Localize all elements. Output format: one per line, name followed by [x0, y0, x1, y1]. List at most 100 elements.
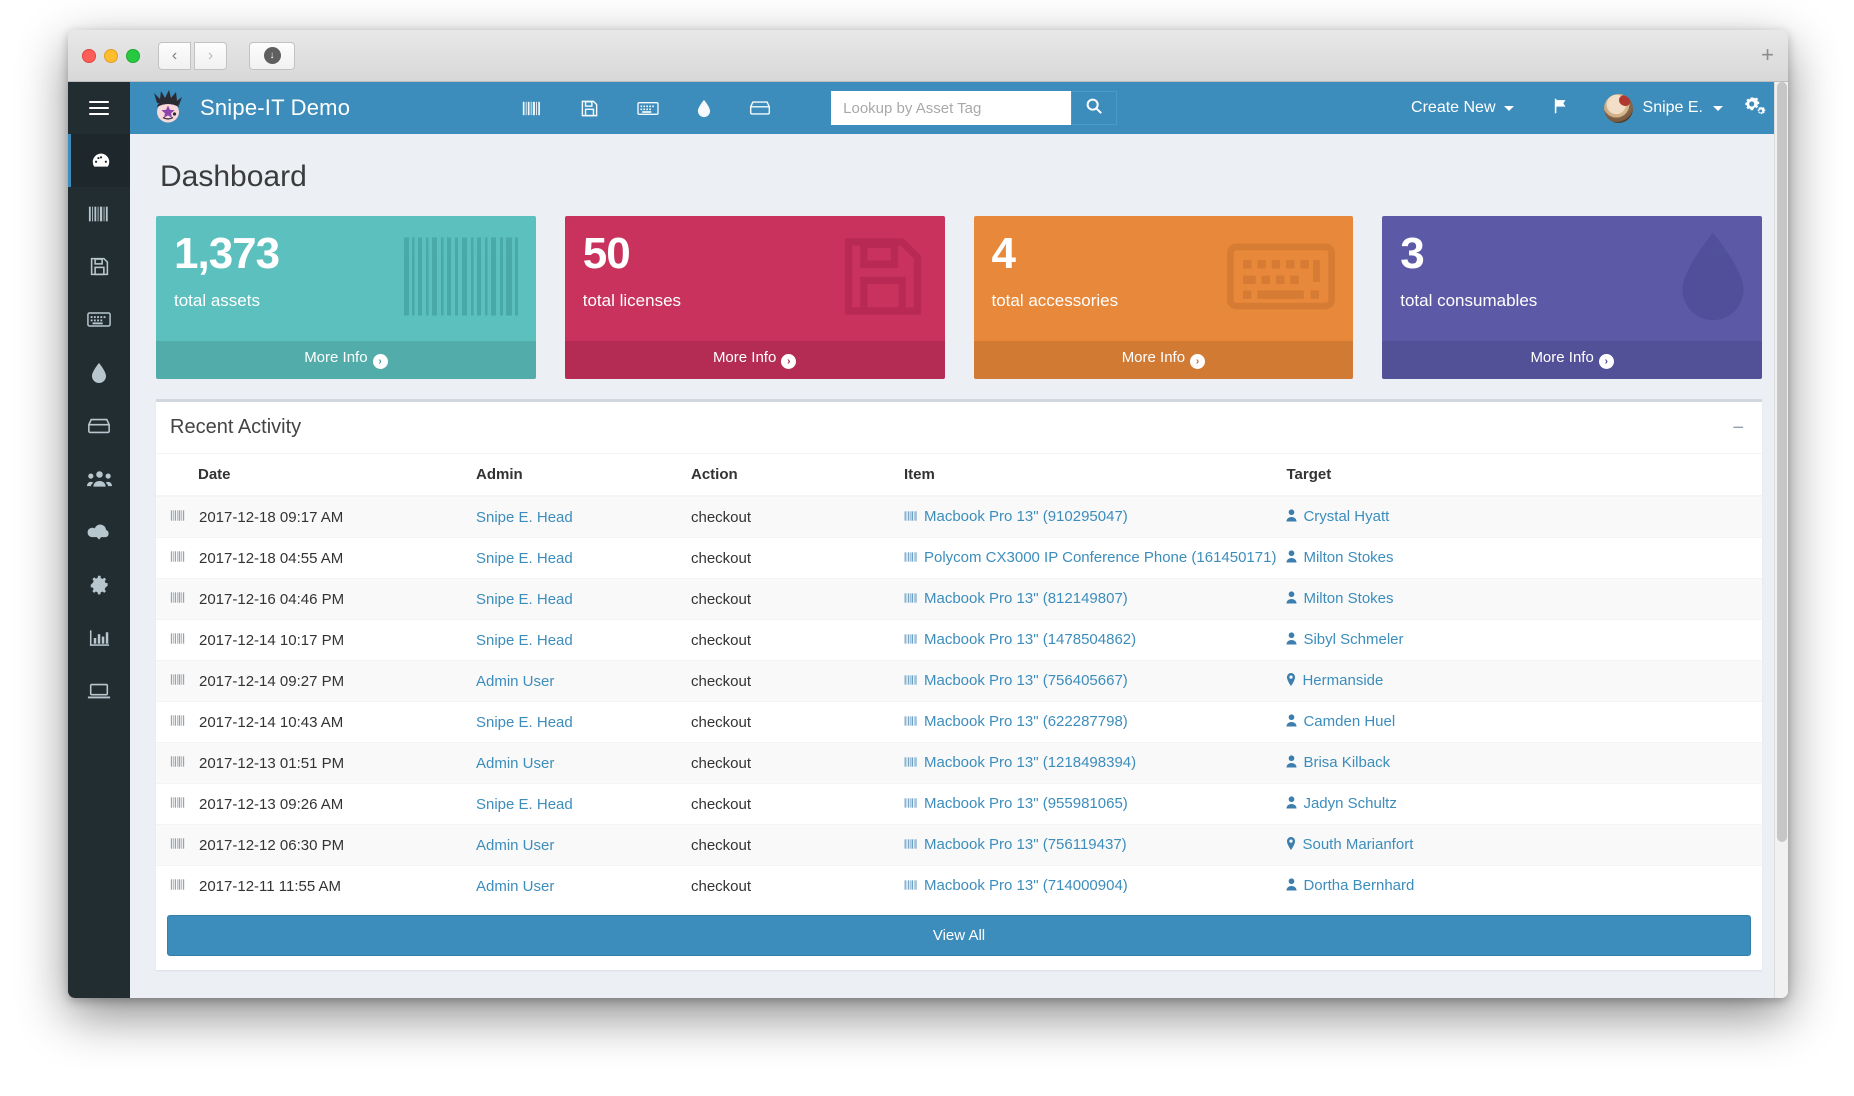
- sidebar-item-accessories[interactable]: [68, 293, 130, 346]
- item-link[interactable]: Polycom CX3000 IP Conference Phone (1614…: [904, 549, 1276, 566]
- activity-date: 2017-12-12 06:30 PM: [199, 836, 345, 854]
- sidebar-item-settings[interactable]: [68, 558, 130, 611]
- stat-card-consumables[interactable]: 3 total consumables More Info ›: [1382, 216, 1762, 379]
- user-menu-dropdown[interactable]: Snipe E.: [1588, 82, 1739, 134]
- more-info-link[interactable]: More Info ›: [973, 341, 1354, 379]
- item-link[interactable]: Macbook Pro 13" (756405667): [904, 672, 1128, 689]
- sidebar-item-consumables[interactable]: [68, 346, 130, 399]
- cell-admin: Snipe E. Head: [476, 783, 691, 825]
- target-link[interactable]: Brisa Kilback: [1286, 754, 1390, 771]
- minimize-window-button[interactable]: [104, 48, 118, 63]
- cell-target: Milton Stokes: [1286, 578, 1762, 620]
- cell-item: Macbook Pro 13" (1218498394): [904, 742, 1287, 784]
- barcode-icon: [904, 673, 918, 690]
- sidebar-toggle-button[interactable]: [68, 82, 130, 134]
- cell-admin: Snipe E. Head: [476, 619, 691, 661]
- barcode-icon: [170, 755, 186, 772]
- barcode-icon: [904, 591, 918, 608]
- target-link[interactable]: South Marianfort: [1286, 836, 1413, 853]
- cell-action: checkout: [691, 537, 904, 579]
- view-all-button[interactable]: View All: [167, 915, 1751, 956]
- sidebar-item-reports[interactable]: [68, 611, 130, 664]
- item-link[interactable]: Macbook Pro 13" (910295047): [904, 508, 1128, 525]
- collapse-panel-button[interactable]: −: [1732, 418, 1744, 438]
- create-new-dropdown[interactable]: Create New: [1391, 82, 1533, 134]
- stat-card-accessories[interactable]: 4 total accessories More Info ›: [973, 216, 1354, 379]
- downloads-button[interactable]: ↓: [249, 41, 295, 70]
- activity-date: 2017-12-18 09:17 AM: [199, 508, 344, 526]
- cell-action: checkout: [691, 824, 904, 866]
- admin-link[interactable]: Snipe E. Head: [476, 714, 573, 731]
- language-flag-button[interactable]: [1534, 82, 1588, 134]
- main-column: Snipe-IT Demo Lookup by Asset Tag Create…: [130, 82, 1788, 998]
- scrollbar-thumb[interactable]: [1777, 82, 1787, 842]
- action-label: checkout: [691, 508, 752, 526]
- admin-link[interactable]: Admin User: [476, 673, 554, 690]
- forward-button[interactable]: ›: [194, 41, 227, 70]
- more-info-link[interactable]: More Info ›: [156, 341, 536, 379]
- target-link[interactable]: Dortha Bernhard: [1286, 877, 1414, 894]
- item-link[interactable]: Macbook Pro 13" (955981065): [904, 795, 1128, 812]
- more-info-link[interactable]: More Info ›: [564, 341, 945, 379]
- target-link[interactable]: Jadyn Schultz: [1286, 795, 1397, 812]
- barcode-icon[interactable]: [522, 100, 542, 117]
- download-icon: ↓: [263, 47, 281, 64]
- target-link[interactable]: Hermanside: [1286, 672, 1383, 689]
- sidebar-item-people[interactable]: [68, 452, 130, 505]
- sidebar-item-requestable[interactable]: [68, 664, 130, 717]
- admin-link[interactable]: Snipe E. Head: [476, 796, 573, 813]
- target-link[interactable]: Sibyl Schmeler: [1286, 631, 1404, 648]
- admin-link[interactable]: Snipe E. Head: [476, 509, 573, 526]
- search-button[interactable]: [1071, 91, 1118, 125]
- column-header-admin[interactable]: Admin: [476, 454, 691, 497]
- sidebar-item-assets[interactable]: [68, 187, 130, 240]
- admin-link[interactable]: Admin User: [476, 837, 554, 854]
- target-link[interactable]: Milton Stokes: [1286, 549, 1394, 566]
- brand[interactable]: Snipe-IT Demo: [148, 90, 350, 126]
- admin-link[interactable]: Snipe E. Head: [476, 550, 573, 567]
- close-window-button[interactable]: [82, 48, 96, 63]
- maximize-window-button[interactable]: [126, 48, 140, 63]
- barcode-icon: [904, 714, 918, 731]
- target-link[interactable]: Milton Stokes: [1286, 590, 1394, 607]
- admin-link[interactable]: Admin User: [476, 755, 554, 772]
- floppy-disk-icon[interactable]: [580, 99, 599, 118]
- sidebar-item-import[interactable]: [68, 505, 130, 558]
- more-info-label: More Info: [304, 349, 368, 366]
- user-icon: [1286, 755, 1298, 772]
- arrow-right-icon: ›: [372, 354, 388, 369]
- item-link[interactable]: Macbook Pro 13" (756119437): [904, 836, 1127, 853]
- item-link[interactable]: Macbook Pro 13" (1218498394): [904, 754, 1136, 771]
- arrow-right-icon: ›: [781, 354, 797, 369]
- column-header-target[interactable]: Target: [1286, 454, 1762, 497]
- table-row: 2017-12-11 11:55 AM Admin User checkout Mac…: [156, 865, 1762, 906]
- column-header-action[interactable]: Action: [691, 454, 904, 497]
- droplet-icon[interactable]: [697, 99, 711, 118]
- column-header-item[interactable]: Item: [904, 454, 1287, 497]
- cell-date: 2017-12-13 01:51 PM: [156, 742, 476, 784]
- keyboard-icon[interactable]: [637, 101, 659, 116]
- admin-link[interactable]: Admin User: [476, 878, 554, 895]
- admin-link[interactable]: Snipe E. Head: [476, 632, 573, 649]
- new-tab-button[interactable]: +: [1761, 44, 1774, 66]
- sidebar-item-dashboard[interactable]: [68, 134, 130, 187]
- table-row: 2017-12-18 04:55 AM Snipe E. Head checkout…: [156, 537, 1762, 579]
- vertical-scrollbar[interactable]: [1774, 82, 1788, 998]
- more-info-link[interactable]: More Info ›: [1382, 341, 1762, 379]
- item-link[interactable]: Macbook Pro 13" (622287798): [904, 713, 1128, 730]
- stat-card-licenses[interactable]: 50 total licenses More Info ›: [564, 216, 945, 379]
- sidebar-item-licenses[interactable]: [68, 240, 130, 293]
- back-button[interactable]: ‹: [158, 41, 191, 70]
- search-input[interactable]: [831, 91, 1072, 125]
- item-link[interactable]: Macbook Pro 13" (812149807): [904, 590, 1128, 607]
- column-header-date[interactable]: Date: [156, 454, 476, 497]
- stat-card-assets[interactable]: 1,373 total assets More Info ›: [156, 216, 536, 379]
- item-link[interactable]: Macbook Pro 13" (714000904): [904, 877, 1128, 894]
- sidebar-item-components[interactable]: [68, 399, 130, 452]
- user-icon: [1286, 878, 1298, 895]
- item-link[interactable]: Macbook Pro 13" (1478504862): [904, 631, 1136, 648]
- admin-link[interactable]: Snipe E. Head: [476, 591, 573, 608]
- component-icon[interactable]: [749, 100, 771, 116]
- target-link[interactable]: Camden Huel: [1286, 713, 1395, 730]
- target-link[interactable]: Crystal Hyatt: [1286, 508, 1389, 525]
